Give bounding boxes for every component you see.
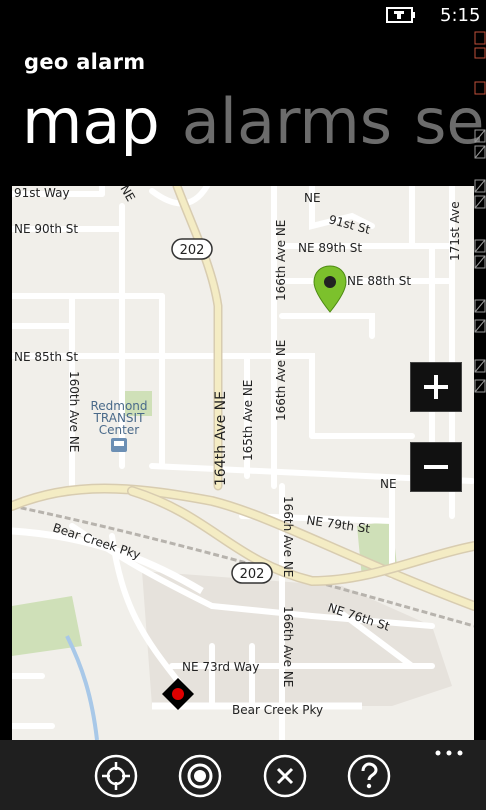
minus-icon [424, 465, 448, 469]
label-164th-ave: 164th Ave NE [213, 391, 229, 486]
label-ne-partial: NE [380, 477, 397, 491]
label-166th-ave-north: 166th Ave NE [274, 220, 288, 301]
help-icon[interactable] [347, 754, 391, 798]
more-options-icon[interactable] [434, 748, 464, 758]
label-91st-way: 91st Way [14, 186, 70, 200]
svg-text:Center: Center [99, 423, 139, 437]
cancel-icon[interactable] [263, 754, 307, 798]
status-bar: 5:15 [0, 0, 486, 32]
label-160th-ave: 160th Ave NE [67, 371, 81, 452]
tab-alarms[interactable]: alarms [182, 85, 392, 158]
label-166th-ave-mid: 166th Ave NE [274, 340, 288, 421]
label-ne-90th-st: NE 90th St [14, 222, 78, 236]
green-location-pin[interactable] [313, 265, 347, 313]
poi-redmond-transit-center[interactable]: Redmond TRANSIT Center [90, 399, 148, 452]
zoom-out-button[interactable] [410, 442, 462, 492]
tab-map[interactable]: map [22, 85, 160, 158]
map-canvas[interactable]: 202 202 91st Way NE 90th St NE 91st St N… [12, 186, 474, 740]
label-ne-small-top: NE [117, 186, 137, 204]
label-ne-89th-st: NE 89th St [298, 241, 362, 255]
locate-icon[interactable] [94, 754, 138, 798]
highway-shield-202-south: 202 [231, 562, 273, 584]
map-view[interactable]: 202 202 91st Way NE 90th St NE 91st St N… [12, 186, 474, 740]
highway-shield-202-north: 202 [171, 238, 213, 260]
label-165th-ave: 165th Ave NE [241, 380, 255, 461]
pivot-header: map alarms se [22, 82, 486, 162]
river [65, 635, 99, 740]
scroll-indicator-strip [474, 31, 486, 393]
app-bar [0, 740, 486, 810]
svg-text:202: 202 [180, 243, 205, 258]
label-171st-ave: 171st Ave [448, 201, 462, 261]
label-ne-88th-st: NE 88th St [347, 274, 411, 288]
app-title: geo alarm [24, 50, 146, 74]
label-166th-ave-south: 166th Ave NE [281, 496, 295, 577]
label-bear-creek-pky-west: Bear Creek Pky [51, 521, 142, 562]
label-166th-ave-lower: 166th Ave NE [281, 606, 295, 687]
record-icon[interactable] [178, 754, 222, 798]
label-ne-79th-st: NE 79th St [306, 513, 372, 536]
svg-text:202: 202 [240, 567, 265, 582]
clock: 5:15 [440, 5, 481, 26]
label-ne-top: NE [304, 191, 321, 205]
label-bear-creek-pky-south: Bear Creek Pky [232, 703, 323, 717]
label-ne-73rd-way: NE 73rd Way [182, 660, 259, 674]
label-ne-85th-st: NE 85th St [14, 350, 78, 364]
zoom-in-button[interactable] [410, 362, 462, 412]
battery-charging-icon [386, 7, 415, 23]
plus-icon [424, 375, 448, 399]
